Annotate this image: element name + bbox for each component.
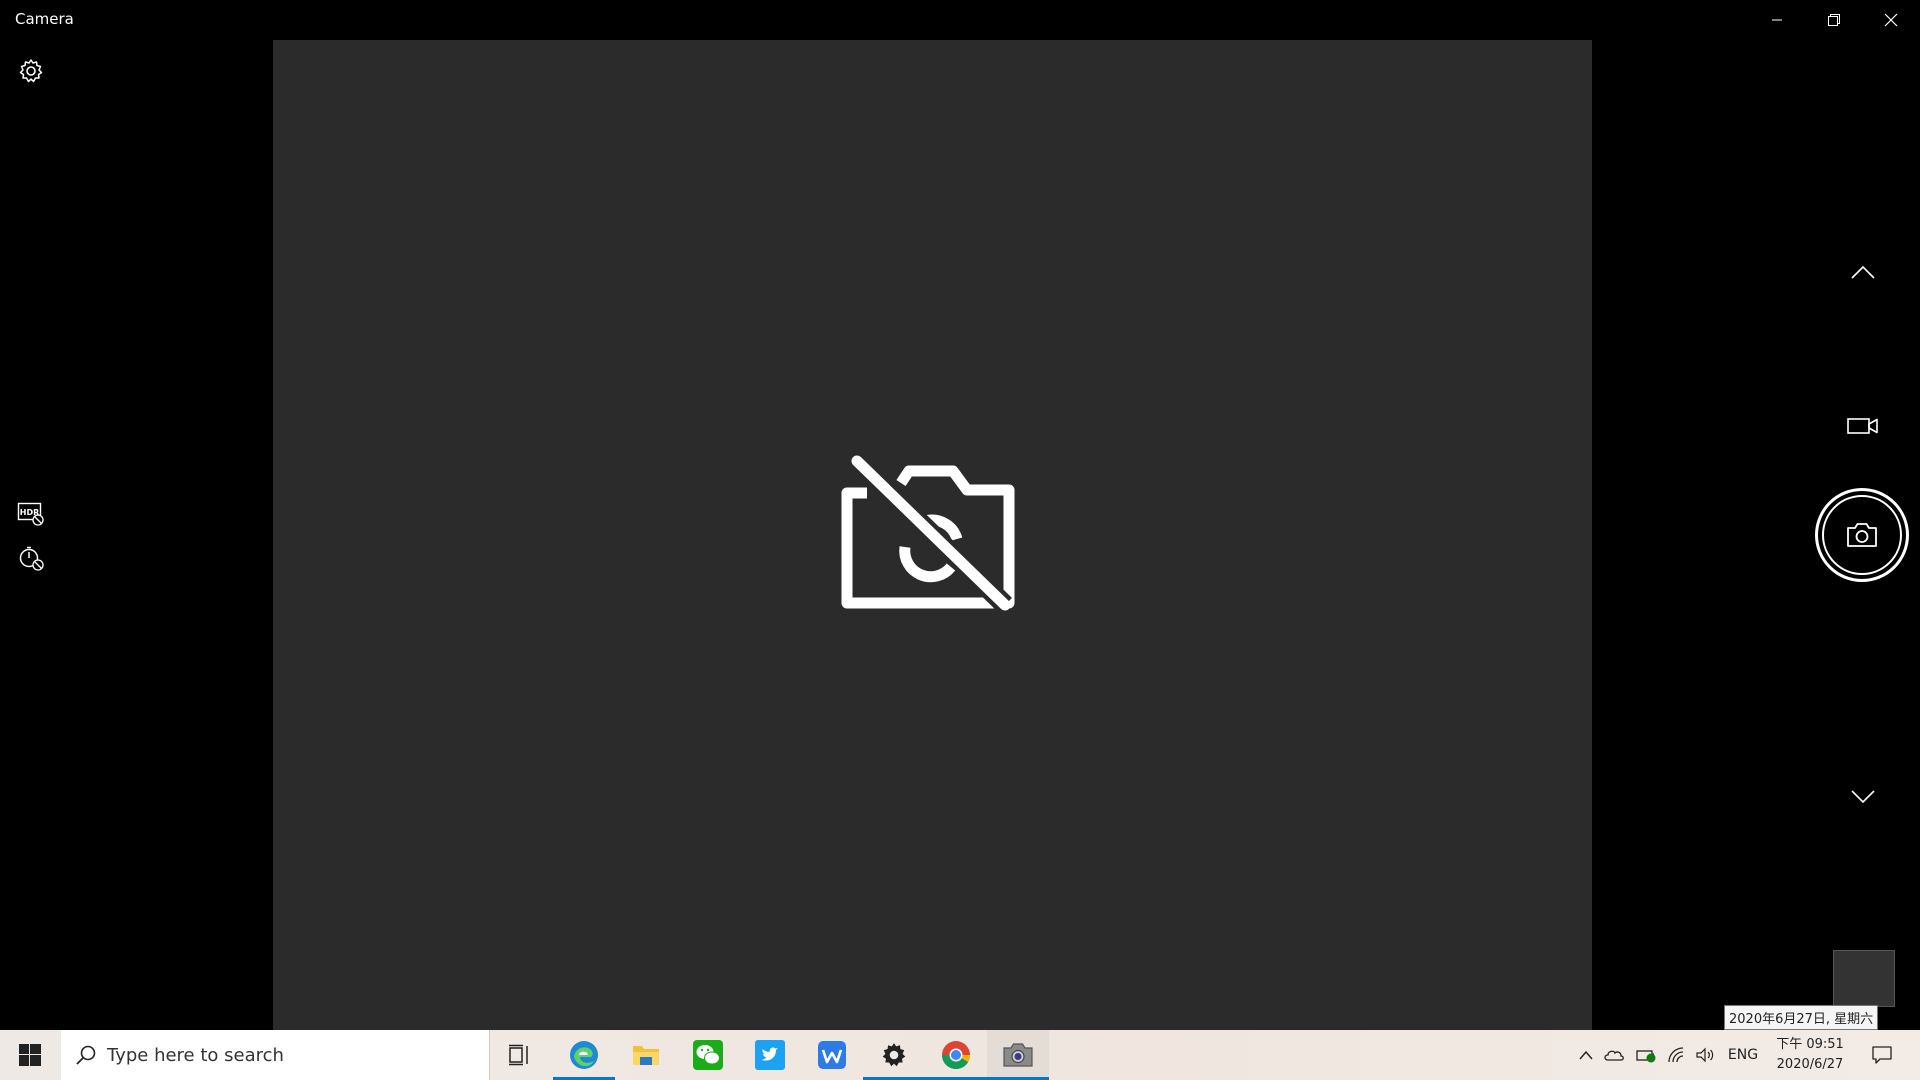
date-tooltip: 2020年6月27日, 星期六	[1724, 1005, 1879, 1030]
taskbar-search[interactable]: Type here to search	[61, 1030, 490, 1080]
chrome-icon	[942, 1041, 970, 1069]
camera-preview	[273, 40, 1592, 1030]
shutter-ring	[1822, 495, 1902, 575]
clock-date: 2020/6/27	[1776, 1057, 1844, 1072]
task-view-button[interactable]	[489, 1030, 551, 1080]
taskbar-camera[interactable]	[987, 1030, 1049, 1080]
video-mode-button[interactable]	[1845, 408, 1881, 444]
wps-icon	[818, 1041, 846, 1069]
clock-time: 下午 09:51	[1776, 1037, 1844, 1052]
settings-button[interactable]	[15, 55, 47, 87]
show-hidden-icons-button[interactable]	[1575, 1030, 1597, 1080]
onedrive-tray[interactable]	[1602, 1030, 1626, 1080]
camera-app-icon	[1003, 1043, 1033, 1067]
title-bar	[0, 0, 1920, 40]
hdr-off-icon: HDR	[17, 502, 44, 526]
taskbar-wps[interactable]	[801, 1030, 863, 1080]
close-icon	[1884, 13, 1897, 27]
minimize-icon	[1771, 19, 1782, 21]
minimize-button[interactable]	[1748, 0, 1805, 40]
taskbar-chrome[interactable]	[925, 1030, 987, 1080]
gear-icon	[19, 59, 43, 83]
network-tray[interactable]	[1665, 1030, 1689, 1080]
take-photo-button[interactable]	[1815, 488, 1909, 582]
settings-gear-icon	[882, 1043, 906, 1067]
taskbar-clock[interactable]: 下午 09:51 2020/6/27	[1768, 1030, 1852, 1080]
volume-tray[interactable]	[1693, 1030, 1717, 1080]
cloud-icon	[1604, 1050, 1624, 1061]
taskbar: Type here to search ENG 下午 09:51 2020/6/…	[0, 1030, 1920, 1080]
video-camera-icon	[1847, 418, 1878, 434]
edge-icon	[570, 1041, 598, 1069]
taskbar-settings[interactable]	[863, 1030, 925, 1080]
app-title: Camera	[15, 10, 74, 28]
taskbar-wechat[interactable]	[677, 1030, 739, 1080]
chevron-up-icon	[1851, 265, 1875, 279]
camera-off-icon	[841, 455, 1015, 613]
battery-charging-icon	[1636, 1050, 1656, 1063]
taskbar-edge[interactable]	[553, 1030, 615, 1080]
start-button[interactable]	[0, 1030, 60, 1080]
search-placeholder: Type here to search	[107, 1044, 284, 1066]
chevron-down-icon	[1851, 790, 1875, 804]
more-controls-down-button[interactable]	[1845, 778, 1881, 814]
wechat-icon	[693, 1040, 723, 1070]
more-controls-up-button[interactable]	[1845, 254, 1881, 290]
timer-off-icon	[19, 546, 44, 571]
windows-logo-icon	[19, 1044, 41, 1066]
camera-icon	[1847, 523, 1877, 547]
hdr-button[interactable]: HDR	[15, 498, 47, 530]
notification-icon	[1872, 1046, 1892, 1064]
wifi-icon	[1668, 1047, 1684, 1063]
last-photo-thumbnail[interactable]	[1833, 950, 1895, 1007]
restore-icon	[1827, 14, 1840, 26]
search-icon	[76, 1045, 96, 1065]
restore-button[interactable]	[1805, 0, 1862, 40]
battery-tray[interactable]	[1635, 1030, 1659, 1080]
folder-icon	[633, 1046, 659, 1065]
speaker-icon	[1696, 1047, 1714, 1063]
timer-button[interactable]	[15, 542, 47, 574]
input-language[interactable]: ENG	[1722, 1030, 1764, 1080]
chevron-up-icon	[1579, 1050, 1593, 1060]
close-button[interactable]	[1862, 0, 1919, 40]
action-center-button[interactable]	[1862, 1030, 1902, 1080]
twitter-icon	[755, 1040, 785, 1070]
task-view-icon	[509, 1044, 528, 1066]
taskbar-file-explorer[interactable]	[615, 1030, 677, 1080]
taskbar-twitter[interactable]	[739, 1030, 801, 1080]
